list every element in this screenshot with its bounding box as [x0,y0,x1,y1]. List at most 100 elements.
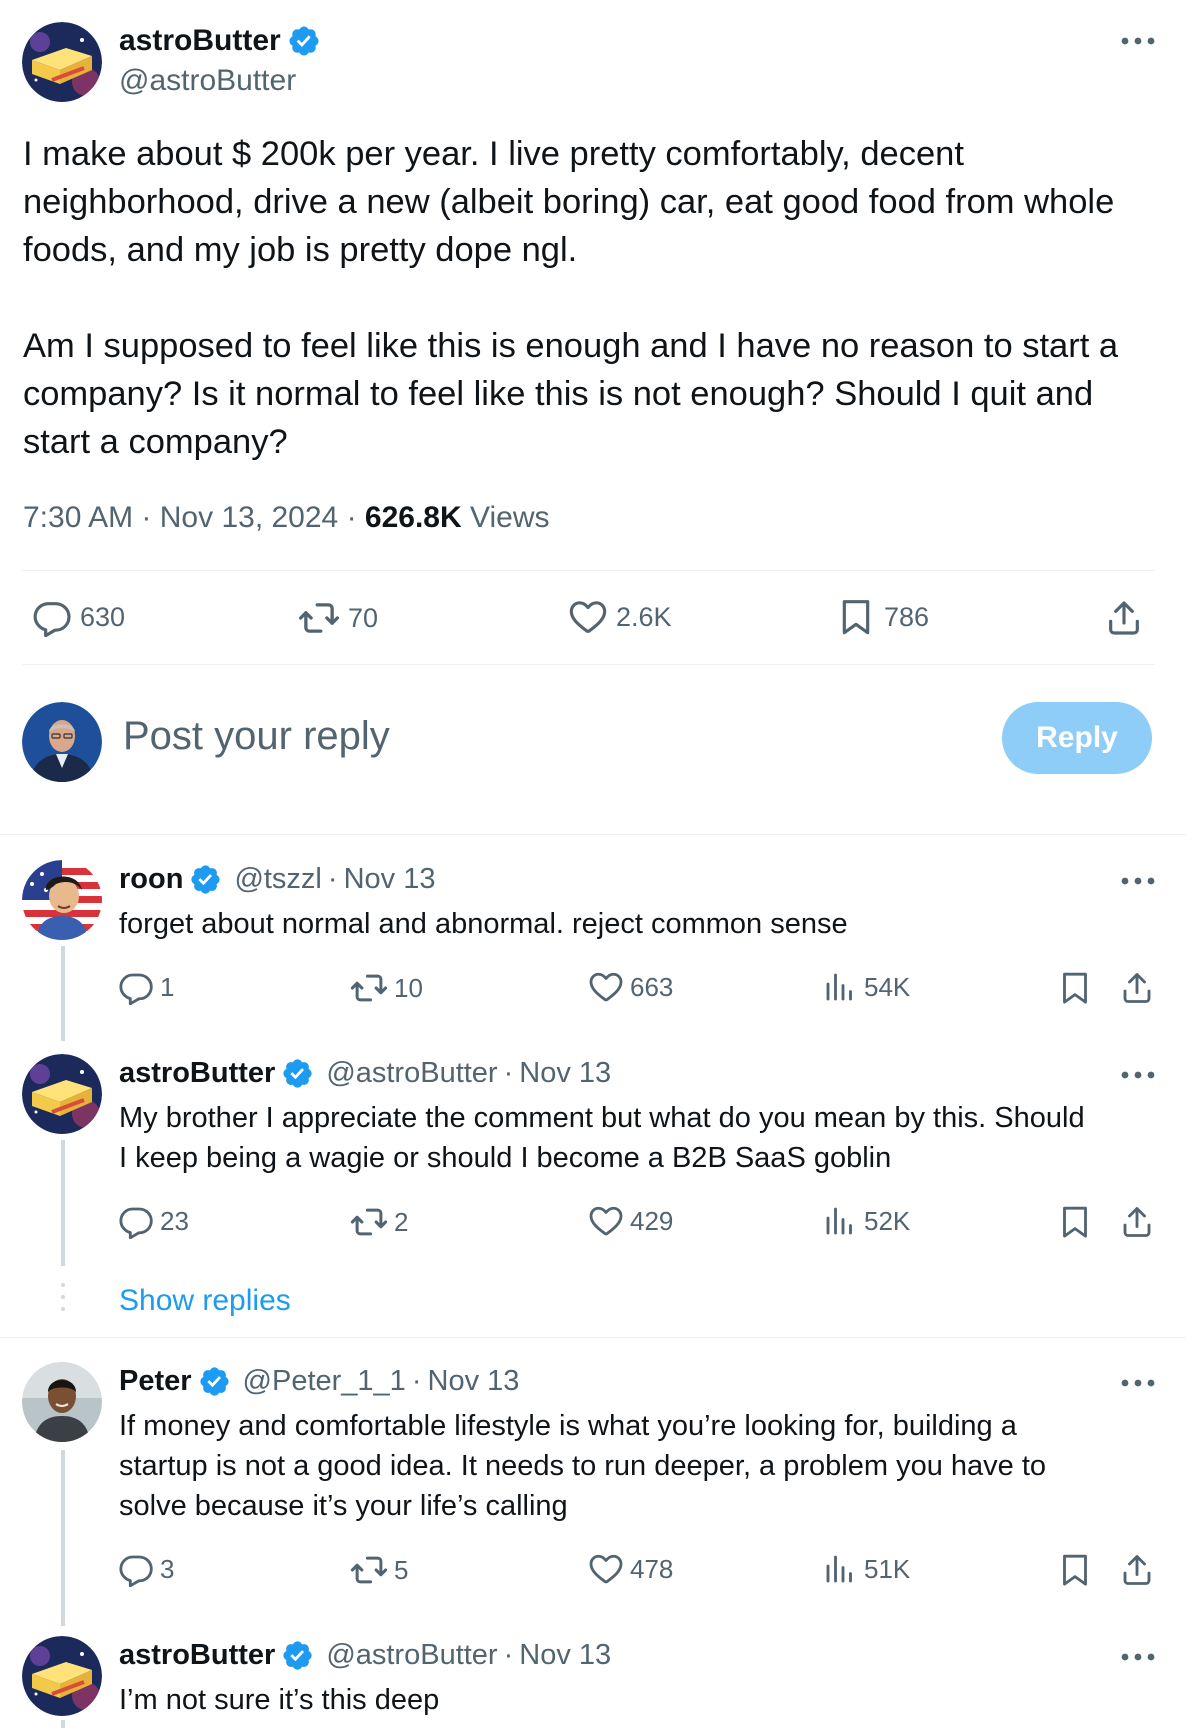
reply-author-name[interactable]: astroButter [119,1639,275,1672]
bookmark-action[interactable] [1057,1204,1093,1240]
views-action[interactable]: 54K [822,969,910,1005]
views-count: 52K [864,1205,911,1236]
repost-count: 2 [394,1206,409,1237]
more-options-icon[interactable] [1120,1378,1156,1388]
author-handle[interactable]: @astroButter [119,64,296,98]
like-action[interactable]: 429 [588,1203,673,1239]
repost-icon [350,1551,388,1589]
post-date[interactable]: Nov 13, 2024 [160,501,338,534]
reply-avatar[interactable] [22,860,102,940]
reply-count: 1 [160,971,175,1002]
post-time[interactable]: 7:30 AM [23,501,133,534]
like-icon [568,597,608,637]
reply-icon [118,969,154,1005]
more-options-icon[interactable] [1120,1070,1156,1080]
reply-date[interactable]: Nov 13 [519,1639,611,1672]
share-action[interactable] [1119,970,1155,1006]
views-icon [822,1551,858,1587]
reply-button[interactable]: Reply [1002,702,1152,774]
share-action[interactable] [1104,598,1144,638]
reply-action[interactable]: 3 [118,1551,174,1587]
author-avatar[interactable] [22,22,102,102]
bookmark-action[interactable] [1057,1552,1093,1588]
divider [0,834,1186,835]
reply-count: 630 [80,601,126,632]
more-options-icon[interactable] [1120,876,1156,886]
bookmark-icon [1057,1204,1093,1240]
reply-text-line: solve because it’s your life’s calling [119,1490,568,1522]
repost-action[interactable]: 2 [350,1203,408,1241]
author-name-row: astroButter [119,24,321,58]
post-meta: 7:30 AM · Nov 13, 2024 · 626.8K Views [23,501,550,535]
show-replies-link[interactable]: Show replies [119,1284,291,1318]
reply-date[interactable]: Nov 13 [428,1365,520,1398]
views-icon [822,969,858,1005]
views-count: 51K [864,1553,911,1584]
post-paragraph-1: I make about $ 200k per year. I live pre… [23,135,1115,269]
reply-action[interactable]: 23 [118,1203,189,1239]
repost-count: 10 [394,972,423,1003]
views-count: 626.8K [364,501,462,534]
share-icon [1104,598,1144,638]
reply-icon [118,1203,154,1239]
reply-author-handle[interactable]: @astroButter [326,1057,497,1090]
header-separator: · [327,863,338,895]
reply-text-line: My brother I appreciate the comment but … [119,1102,1085,1134]
views-label: Views [470,501,550,534]
like-count: 478 [630,1553,674,1584]
repost-icon [350,969,388,1007]
repost-action[interactable]: 5 [350,1551,408,1589]
reply-action[interactable]: 1 [118,969,174,1005]
reply-avatar[interactable] [22,1054,102,1134]
like-action[interactable]: 478 [588,1551,673,1587]
more-options-icon[interactable] [1120,1652,1156,1662]
repost-count: 5 [394,1554,409,1585]
repost-icon [350,1203,388,1241]
thread-ellipsis [60,1283,66,1319]
reply-author-name[interactable]: roon [119,863,183,896]
repost-action[interactable]: 10 [350,969,423,1007]
more-options-icon[interactable] [1120,36,1156,46]
reply-header: astroButter @astroButter · Nov 13 [119,1057,611,1090]
reply-input[interactable]: Post your reply [123,714,390,759]
repost-count: 70 [348,602,379,633]
reply-date[interactable]: Nov 13 [344,863,436,896]
thread-line [61,1720,65,1728]
like-icon [588,1551,624,1587]
reply-text: I’m not sure it’s this deep [119,1684,440,1716]
views-action[interactable]: 52K [822,1203,910,1239]
reply-icon [118,1551,154,1587]
my-avatar[interactable] [22,702,102,782]
share-action[interactable] [1119,1204,1155,1240]
divider [22,664,1155,665]
author-name[interactable]: astroButter [119,24,281,58]
reply-text: My brother I appreciate the comment but … [119,1098,1169,1178]
reply-action[interactable]: 630 [32,597,125,637]
reply-text: forget about normal and abnormal. reject… [119,908,848,940]
peter-avatar-image [22,1362,102,1442]
repost-icon [298,597,340,639]
reply-author-name[interactable]: Peter [119,1365,192,1398]
share-action[interactable] [1119,1552,1155,1588]
like-action[interactable]: 2.6K [568,597,672,637]
reply-author-handle[interactable]: @tszzl [234,863,321,896]
header-separator: · [503,1057,514,1089]
post-text: I make about $ 200k per year. I live pre… [23,130,1163,466]
bookmark-action[interactable] [1057,970,1093,1006]
reply-author-handle[interactable]: @Peter_1_1 [243,1365,406,1398]
divider [0,1337,1186,1338]
reply-avatar[interactable] [22,1362,102,1442]
repost-action[interactable]: 70 [298,597,378,639]
header-separator: · [503,1639,514,1671]
views-action[interactable]: 51K [822,1551,910,1587]
reply-avatar[interactable] [22,1636,102,1716]
meta-separator: · [346,501,357,534]
reply-date[interactable]: Nov 13 [519,1057,611,1090]
share-icon [1119,1552,1155,1588]
verified-badge-icon [287,24,321,58]
reply-author-name[interactable]: astroButter [119,1057,275,1090]
reply-author-handle[interactable]: @astroButter [326,1639,497,1672]
divider [22,570,1155,571]
like-action[interactable]: 663 [588,969,673,1005]
bookmark-action[interactable]: 786 [836,597,929,637]
